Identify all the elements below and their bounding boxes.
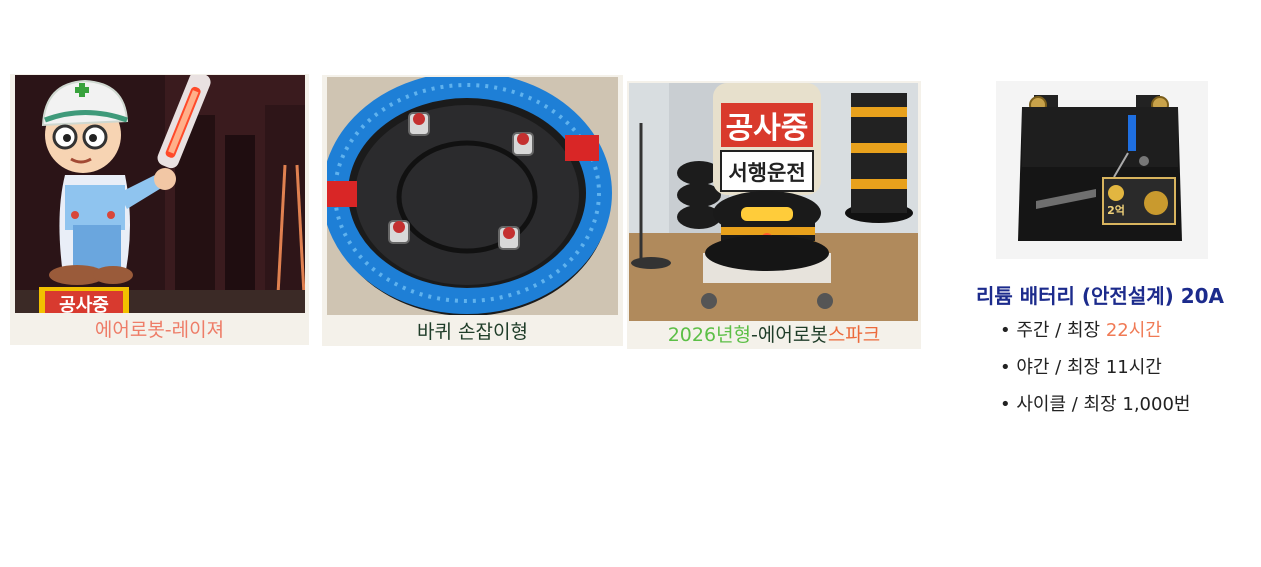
product-photo-laser: 공사중: [15, 75, 305, 313]
battery-title: 리튬 배터리 (안전설계) 20A: [975, 284, 1225, 308]
product-photo-wheel: [327, 77, 618, 315]
spec-item-night: 야간 / 최장 11시간: [1000, 349, 1190, 386]
caption-part: 2026년형: [667, 324, 752, 346]
battery-spec-list: 주간 / 최장 22시간 야간 / 최장 11시간 사이클 / 최장 1,000…: [1000, 312, 1190, 423]
caption-part: 에어로봇-레이져: [94, 319, 225, 341]
spec-value: 1,000번: [1122, 394, 1191, 415]
product-photo-spark: 공사중 서행운전: [629, 83, 918, 321]
caption-part: 스파크: [827, 324, 881, 346]
battery-photo: 2억: [996, 81, 1208, 259]
photo-sign-text: 공사중: [726, 111, 809, 146]
battery-badge-text: 2억: [1107, 204, 1125, 217]
product-caption-wheel: 바퀴 손잡이형: [322, 320, 623, 344]
product-caption-laser: 에어로봇-레이져: [10, 318, 309, 342]
spec-item-day: 주간 / 최장 22시간: [1000, 312, 1190, 349]
caption-part: -에어로봇: [751, 324, 828, 346]
caption-part: 바퀴 손잡이형: [417, 321, 528, 343]
product-card-wheel[interactable]: 바퀴 손잡이형: [322, 75, 623, 346]
spec-value: 22시간: [1105, 320, 1162, 341]
spec-label: 야간 / 최장: [1016, 357, 1106, 378]
spec-value: 11시간: [1105, 357, 1162, 378]
spec-label: 사이클 / 최장: [1016, 394, 1123, 415]
spec-item-cycle: 사이클 / 최장 1,000번: [1000, 386, 1190, 423]
photo-sign-text: 공사중: [59, 295, 109, 313]
product-card-spark[interactable]: 공사중 서행운전 2026년형-에어로봇스파크: [627, 81, 921, 349]
product-caption-spark: 2026년형-에어로봇스파크: [627, 323, 921, 347]
spec-label: 주간 / 최장: [1016, 320, 1106, 341]
photo-sign-text: 서행운전: [728, 161, 805, 185]
product-card-laser[interactable]: 공사중 에어로봇-레이져: [10, 74, 309, 345]
